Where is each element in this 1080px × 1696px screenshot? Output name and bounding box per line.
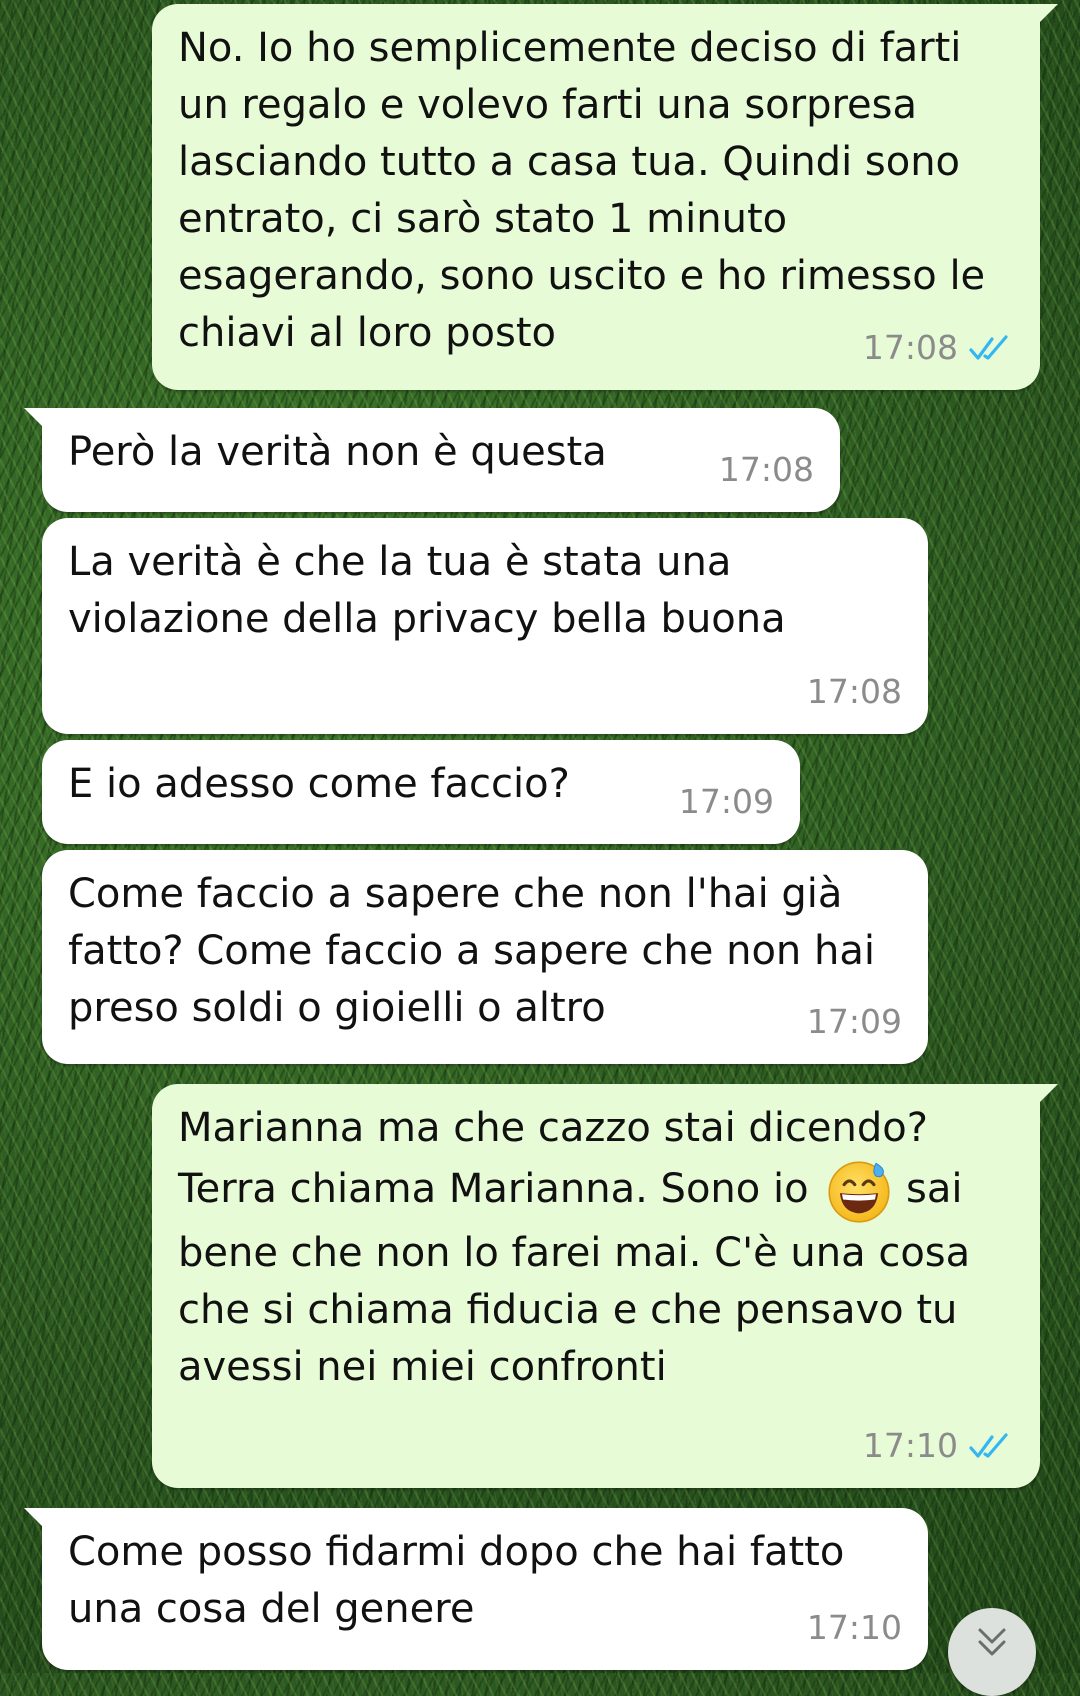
message-time: 17:09 xyxy=(806,1002,902,1041)
message-time: 17:10 xyxy=(806,1608,902,1647)
chevron-double-down-icon xyxy=(978,1628,1006,1656)
message-text: Come faccio a sapere che non l'hai già f… xyxy=(68,871,875,1031)
double-check-icon xyxy=(969,1432,1008,1458)
incoming-message[interactable]: Però la verità non è questa 17:08 xyxy=(24,408,840,512)
double-check-icon xyxy=(969,334,1008,360)
message-meta: 17:08 xyxy=(807,663,902,720)
message-time: 17:09 xyxy=(678,782,774,821)
incoming-message[interactable]: Come faccio a sapere che non l'hai già f… xyxy=(42,850,928,1064)
message-text: Come posso fidarmi dopo che hai fatto un… xyxy=(68,1529,845,1632)
incoming-message[interactable]: Come posso fidarmi dopo che hai fatto un… xyxy=(24,1508,928,1670)
outgoing-message[interactable]: No. Io ho semplicemente deciso di farti … xyxy=(152,4,1058,390)
message-time: 17:10 xyxy=(862,1426,958,1465)
incoming-message[interactable]: E io adesso come faccio? 17:09 xyxy=(42,740,800,844)
message-text: Marianna ma che cazzo stai dicendo? Terr… xyxy=(178,1105,928,1212)
grinning-face-with-sweat-emoji xyxy=(828,1161,890,1223)
chat-screen: { "messages": [ { "direction": "outgoing… xyxy=(0,0,1080,1696)
incoming-message[interactable]: La verità è che la tua è stata una viola… xyxy=(42,518,928,734)
message-text: No. Io ho semplicemente deciso di farti … xyxy=(178,25,986,356)
message-text: E io adesso come faccio? xyxy=(68,761,570,807)
outgoing-message[interactable]: Marianna ma che cazzo stai dicendo? Terr… xyxy=(152,1084,1058,1488)
message-meta: 17:09 xyxy=(807,993,902,1050)
message-meta: 17:10 xyxy=(807,1599,902,1656)
message-meta: 17:09 xyxy=(679,773,774,830)
message-text: Però la verità non è questa xyxy=(68,429,607,475)
message-meta: 17:10 xyxy=(863,1417,1014,1474)
message-meta: 17:08 xyxy=(719,441,814,498)
message-time: 17:08 xyxy=(862,328,958,367)
message-time: 17:08 xyxy=(806,672,902,711)
scroll-to-bottom-button[interactable] xyxy=(948,1608,1036,1696)
message-time: 17:08 xyxy=(718,450,814,489)
message-meta: 17:08 xyxy=(863,319,1014,376)
message-text: La verità è che la tua è stata una viola… xyxy=(68,539,786,642)
